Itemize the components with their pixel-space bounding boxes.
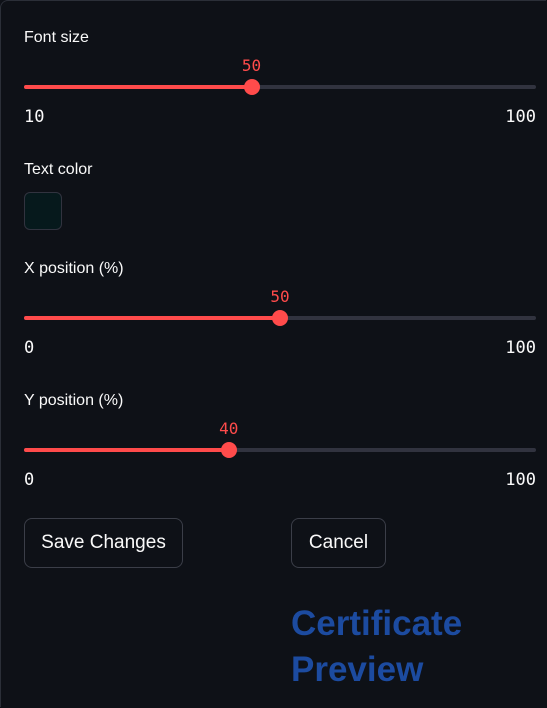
x-position-slider-min: 0 bbox=[24, 338, 35, 358]
font-size-slider-min: 10 bbox=[24, 107, 45, 127]
y-position-slider[interactable]: 40 0 100 bbox=[24, 419, 536, 490]
save-changes-button[interactable]: Save Changes bbox=[24, 518, 183, 568]
y-position-label: Y position (%) bbox=[24, 392, 124, 409]
y-position-slider-max: 100 bbox=[505, 470, 536, 490]
text-color-picker[interactable] bbox=[24, 192, 62, 230]
x-position-slider-fill bbox=[24, 316, 280, 320]
certificate-preview-line1: Certificate bbox=[291, 604, 463, 643]
certificate-preview-line2: Preview bbox=[291, 650, 424, 689]
font-size-slider-max: 100 bbox=[505, 107, 536, 127]
font-size-slider[interactable]: 50 10 100 bbox=[24, 56, 536, 127]
font-size-label: Font size bbox=[24, 29, 89, 46]
x-position-slider-thumb[interactable] bbox=[272, 310, 288, 326]
cancel-button[interactable]: Cancel bbox=[291, 518, 386, 568]
settings-panel: Font size 50 10 100 Text color X positio… bbox=[0, 0, 546, 707]
font-size-slider-value: 50 bbox=[241, 56, 262, 75]
x-position-slider[interactable]: 50 0 100 bbox=[24, 287, 536, 358]
x-position-slider-value: 50 bbox=[270, 287, 290, 306]
y-position-slider-fill bbox=[24, 448, 229, 452]
certificate-preview: Certificate Preview bbox=[291, 601, 531, 693]
font-size-slider-thumb[interactable] bbox=[243, 79, 260, 95]
y-position-slider-value: 40 bbox=[219, 419, 239, 438]
y-position-slider-min: 0 bbox=[24, 470, 35, 490]
font-size-slider-fill bbox=[24, 85, 252, 89]
x-position-slider-max: 100 bbox=[505, 338, 536, 358]
text-color-label: Text color bbox=[24, 161, 93, 178]
y-position-slider-thumb[interactable] bbox=[220, 442, 237, 458]
x-position-label: X position (%) bbox=[24, 260, 124, 277]
